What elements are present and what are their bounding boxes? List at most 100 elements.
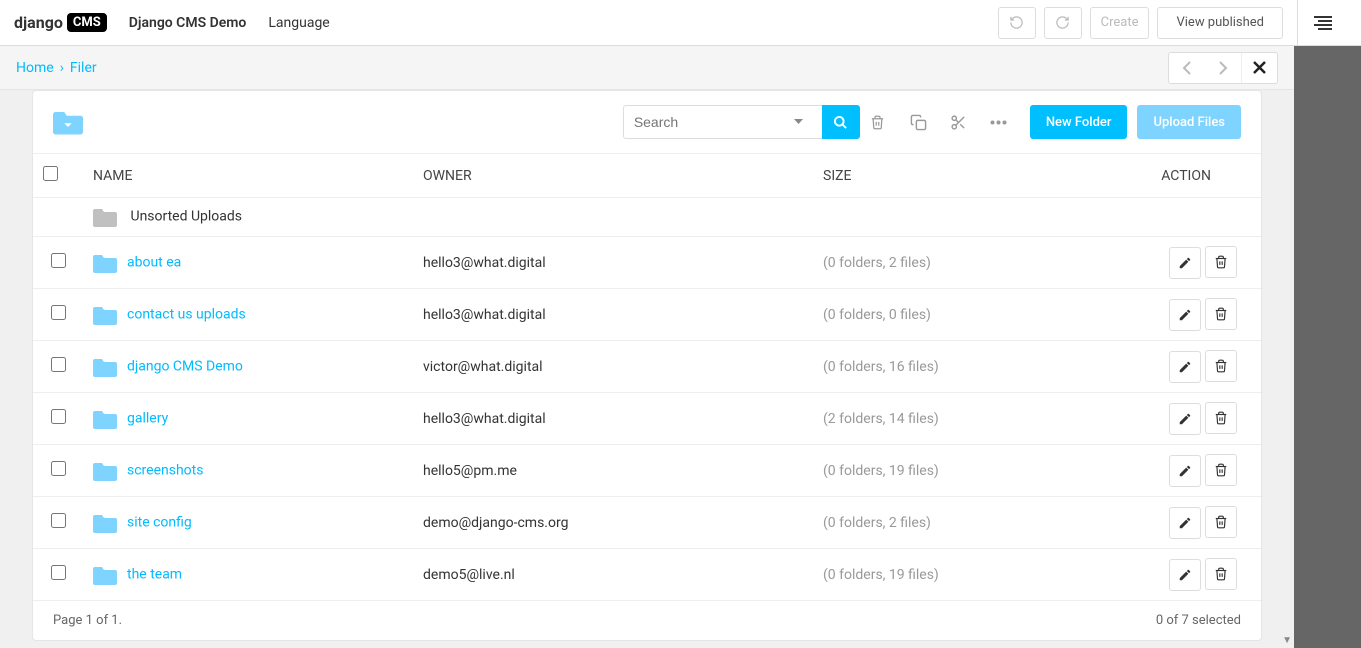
owner-cell: hello3@what.digital — [413, 289, 813, 341]
search-button[interactable] — [822, 105, 860, 139]
row-checkbox[interactable] — [51, 305, 66, 320]
more-actions-button[interactable] — [990, 120, 1020, 125]
delete-row-button[interactable] — [1205, 506, 1237, 538]
breadcrumb-home[interactable]: Home — [16, 60, 54, 76]
folder-name-link[interactable]: screenshots — [127, 462, 203, 478]
delete-row-button[interactable] — [1205, 402, 1237, 434]
row-checkbox[interactable] — [51, 513, 66, 528]
folder-icon — [93, 565, 117, 585]
language-menu[interactable]: Language — [268, 15, 329, 31]
view-published-button[interactable]: View published — [1157, 7, 1283, 39]
modal-back-button[interactable] — [1169, 53, 1205, 83]
panel-toolbar: New Folder Upload Files — [33, 91, 1261, 154]
edit-button[interactable] — [1169, 299, 1201, 331]
undo-icon — [1009, 15, 1024, 30]
table-row: the team demo5@live.nl(0 folders, 19 file… — [33, 549, 1261, 601]
redo-icon — [1055, 15, 1070, 30]
pencil-icon — [1178, 308, 1192, 322]
size-cell: (0 folders, 19 files) — [813, 549, 1073, 601]
structure-toggle-button[interactable] — [1297, 0, 1347, 46]
delete-row-button[interactable] — [1205, 298, 1237, 330]
row-checkbox[interactable] — [51, 253, 66, 268]
chevron-right-icon — [1218, 61, 1228, 75]
ellipsis-icon — [990, 120, 1007, 125]
edit-button[interactable] — [1169, 351, 1201, 383]
size-cell: (0 folders, 19 files) — [813, 445, 1073, 497]
row-checkbox[interactable] — [51, 461, 66, 476]
selection-count: 0 of 7 selected — [1156, 613, 1241, 628]
delete-button[interactable] — [870, 114, 900, 131]
owner-cell: hello5@pm.me — [413, 445, 813, 497]
cut-button[interactable] — [950, 114, 980, 131]
owner-cell: hello3@what.digital — [413, 393, 813, 445]
logo[interactable]: django CMS — [14, 13, 107, 32]
table-row: django CMS Demovictor@what.digital(0 fol… — [33, 341, 1261, 393]
folder-name-link[interactable]: about ea — [127, 254, 181, 270]
copy-button[interactable] — [910, 114, 940, 131]
row-checkbox[interactable] — [51, 357, 66, 372]
logo-badge: CMS — [67, 13, 107, 32]
scroll-down-indicator: ▼ — [1282, 635, 1292, 646]
pencil-icon — [1178, 412, 1192, 426]
search-icon — [833, 115, 848, 130]
modal-close-button[interactable] — [1241, 53, 1277, 83]
trash-icon — [1214, 306, 1228, 322]
redo-button[interactable] — [1044, 7, 1082, 39]
search-dropdown-toggle[interactable] — [794, 119, 811, 125]
row-checkbox[interactable] — [51, 565, 66, 580]
top-toolbar: django CMS Django CMS Demo Language Crea… — [0, 0, 1361, 46]
pencil-icon — [1178, 516, 1192, 530]
row-checkbox[interactable] — [51, 409, 66, 424]
edit-button[interactable] — [1169, 559, 1201, 591]
trash-icon — [1214, 254, 1228, 270]
edit-button[interactable] — [1169, 507, 1201, 539]
new-folder-button[interactable]: New Folder — [1030, 105, 1128, 139]
delete-row-button[interactable] — [1205, 246, 1237, 278]
unsorted-uploads-row: Unsorted Uploads — [33, 198, 1261, 237]
header-owner: OWNER — [413, 154, 813, 198]
folder-icon — [93, 461, 117, 481]
size-cell: (0 folders, 2 files) — [813, 237, 1073, 289]
folder-name-link[interactable]: contact us uploads — [127, 306, 246, 322]
edit-button[interactable] — [1169, 403, 1201, 435]
breadcrumb-current[interactable]: Filer — [70, 60, 97, 76]
folder-icon — [93, 409, 117, 429]
trash-icon — [1214, 462, 1228, 478]
select-all-checkbox[interactable] — [43, 166, 58, 181]
breadcrumb-bar: Home › Filer — [0, 46, 1294, 90]
pencil-icon — [1178, 568, 1192, 582]
folder-name-link[interactable]: site config — [127, 514, 192, 530]
search-input[interactable] — [624, 114, 794, 130]
edit-button[interactable] — [1169, 247, 1201, 279]
table-row: contact us uploads hello3@what.digital(0 … — [33, 289, 1261, 341]
file-table: NAME OWNER SIZE ACTION Unsorted Uploads — [33, 154, 1261, 601]
unsorted-uploads-label[interactable]: Unsorted Uploads — [130, 209, 242, 225]
delete-row-button[interactable] — [1205, 454, 1237, 486]
trash-icon — [1214, 566, 1228, 582]
copy-icon — [910, 114, 927, 131]
pencil-icon — [1178, 360, 1192, 374]
upload-files-button[interactable]: Upload Files — [1137, 105, 1241, 139]
delete-row-button[interactable] — [1205, 350, 1237, 382]
create-button[interactable]: Create — [1090, 7, 1150, 39]
delete-row-button[interactable] — [1205, 558, 1237, 590]
root-folder-dropdown[interactable] — [53, 109, 83, 135]
breadcrumb-separator: › — [60, 60, 64, 76]
owner-cell: demo5@live.nl — [413, 549, 813, 601]
edit-button[interactable] — [1169, 455, 1201, 487]
table-row: screenshots hello5@pm.me(0 folders, 19 fi… — [33, 445, 1261, 497]
folder-icon — [93, 513, 117, 533]
modal-forward-button[interactable] — [1205, 53, 1241, 83]
header-size: SIZE — [813, 154, 1073, 198]
folder-name-link[interactable]: gallery — [127, 410, 168, 426]
caret-down-icon — [794, 119, 803, 125]
folder-name-link[interactable]: django CMS Demo — [127, 358, 243, 374]
size-cell: (0 folders, 0 files) — [813, 289, 1073, 341]
undo-button[interactable] — [998, 7, 1036, 39]
pencil-icon — [1178, 464, 1192, 478]
filer-panel: New Folder Upload Files NAME OWNER SIZE … — [32, 90, 1262, 641]
close-icon — [1253, 61, 1266, 74]
folder-name-link[interactable]: the team — [127, 566, 182, 582]
header-name: NAME — [83, 154, 413, 198]
site-menu[interactable]: Django CMS Demo — [129, 15, 247, 31]
